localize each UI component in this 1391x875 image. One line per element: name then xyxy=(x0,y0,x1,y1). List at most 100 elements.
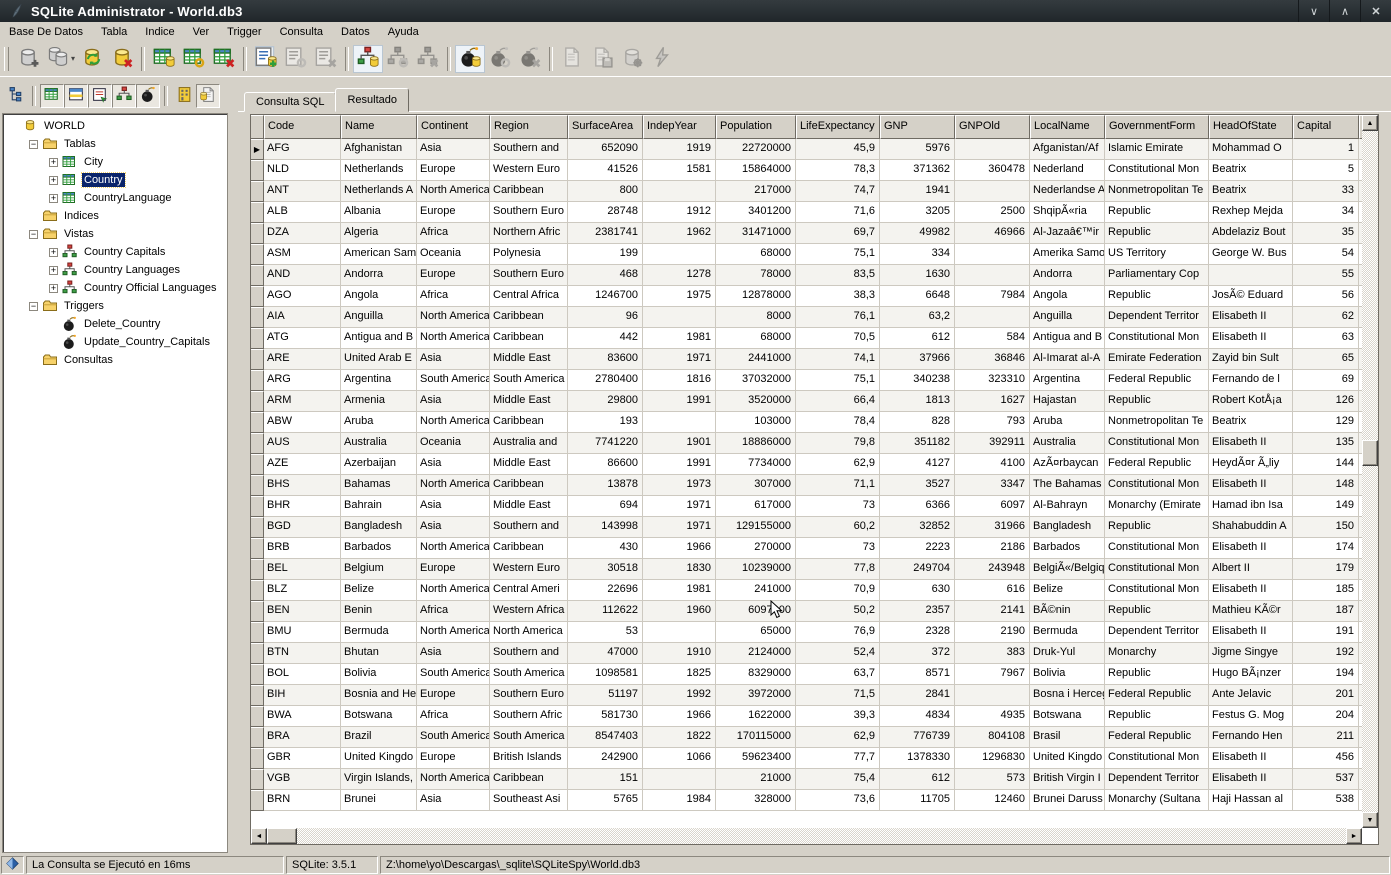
cell-surfaceArea[interactable]: 242900 xyxy=(568,748,643,769)
cell-indepYear[interactable]: 1981 xyxy=(643,580,716,601)
row-selector[interactable] xyxy=(251,748,264,769)
show-triggers-button[interactable] xyxy=(136,84,160,108)
save-results-button[interactable] xyxy=(587,45,617,73)
cell-region[interactable]: Australia and xyxy=(490,433,568,454)
cell-continent[interactable]: Europe xyxy=(417,559,490,580)
cell-continent[interactable]: Asia xyxy=(417,643,490,664)
cell-capital[interactable]: 150 xyxy=(1293,517,1359,538)
row-selector[interactable] xyxy=(251,286,264,307)
row-selector[interactable] xyxy=(251,349,264,370)
row-selector[interactable] xyxy=(251,433,264,454)
cell-headOfState[interactable]: Elisabeth II xyxy=(1209,475,1293,496)
cell-population[interactable]: 21000 xyxy=(716,769,796,790)
cell-gnp[interactable]: 372 xyxy=(880,643,955,664)
toolbar-grip[interactable] xyxy=(4,47,9,71)
close-button[interactable]: ✕ xyxy=(1360,0,1391,22)
cell-name[interactable]: Algeria xyxy=(341,223,417,244)
cell-headOfState[interactable]: Elisabeth II xyxy=(1209,580,1293,601)
cell-continent[interactable]: North America xyxy=(417,328,490,349)
column-header-name[interactable]: Name xyxy=(341,115,417,139)
cell-population[interactable]: 129155000 xyxy=(716,517,796,538)
cell-lifeExpectancy[interactable]: 62,9 xyxy=(796,454,880,475)
cell-surfaceArea[interactable]: 143998 xyxy=(568,517,643,538)
cell-indepYear[interactable]: 1816 xyxy=(643,370,716,391)
cell-gnpOld[interactable]: 243948 xyxy=(955,559,1030,580)
row-selector[interactable] xyxy=(251,664,264,685)
cell-gnpOld[interactable] xyxy=(955,181,1030,202)
cell-capital[interactable]: 456 xyxy=(1293,748,1359,769)
cell-name[interactable]: United Kingdo xyxy=(341,748,417,769)
tree-item-country[interactable]: +Country xyxy=(3,171,227,189)
cell-continent[interactable]: Asia xyxy=(417,517,490,538)
cell-capital[interactable]: 194 xyxy=(1293,664,1359,685)
cell-lifeExpectancy[interactable]: 79,8 xyxy=(796,433,880,454)
cell-capital[interactable]: 5 xyxy=(1293,160,1359,181)
scroll-left-button[interactable]: ◄ xyxy=(251,828,267,844)
cell-indepYear[interactable]: 1975 xyxy=(643,286,716,307)
cell-region[interactable]: Caribbean xyxy=(490,181,568,202)
cell-surfaceArea[interactable]: 28748 xyxy=(568,202,643,223)
row-selector[interactable] xyxy=(251,412,264,433)
vertical-scroll-thumb[interactable] xyxy=(1362,440,1378,466)
cell-surfaceArea[interactable]: 29800 xyxy=(568,391,643,412)
cell-population[interactable]: 3972000 xyxy=(716,685,796,706)
cell-capital[interactable]: 55 xyxy=(1293,265,1359,286)
cell-lifeExpectancy[interactable]: 71,6 xyxy=(796,202,880,223)
column-header-localName[interactable]: LocalName xyxy=(1030,115,1105,139)
cell-capital[interactable]: 179 xyxy=(1293,559,1359,580)
cell-code[interactable]: BHS xyxy=(264,475,341,496)
cell-gnp[interactable]: 2357 xyxy=(880,601,955,622)
cell-continent[interactable]: Asia xyxy=(417,496,490,517)
row-selector[interactable] xyxy=(251,160,264,181)
tree-item-indices[interactable]: Indices xyxy=(3,207,227,225)
cell-name[interactable]: Brunei xyxy=(341,790,417,811)
row-selector[interactable] xyxy=(251,307,264,328)
column-header-continent[interactable]: Continent xyxy=(417,115,490,139)
new-table-button[interactable] xyxy=(149,45,179,73)
cell-governmentForm[interactable]: Republic xyxy=(1105,202,1209,223)
row-selector[interactable] xyxy=(251,244,264,265)
cell-region[interactable]: Polynesia xyxy=(490,244,568,265)
cell-capital[interactable]: 174 xyxy=(1293,538,1359,559)
cell-population[interactable]: 2441000 xyxy=(716,349,796,370)
tree-item-triggers[interactable]: −Triggers xyxy=(3,297,227,315)
cell-capital[interactable]: 63 xyxy=(1293,328,1359,349)
cell-code[interactable]: BRA xyxy=(264,727,341,748)
cell-region[interactable]: Western Euro xyxy=(490,160,568,181)
cell-name[interactable]: Aruba xyxy=(341,412,417,433)
cell-governmentForm[interactable]: Constitutional Mon xyxy=(1105,160,1209,181)
cell-surfaceArea[interactable]: 652090 xyxy=(568,139,643,160)
delete-trigger-button[interactable] xyxy=(515,45,545,73)
cell-gnpOld[interactable]: 573 xyxy=(955,769,1030,790)
cell-gnp[interactable]: 1630 xyxy=(880,265,955,286)
menu-trigger[interactable]: Trigger xyxy=(218,24,270,40)
cell-continent[interactable]: Africa xyxy=(417,601,490,622)
cell-gnp[interactable]: 630 xyxy=(880,580,955,601)
new-database-button[interactable] xyxy=(13,45,43,73)
cell-capital[interactable]: 537 xyxy=(1293,769,1359,790)
cell-headOfState[interactable]: Beatrix xyxy=(1209,181,1293,202)
row-selector[interactable] xyxy=(251,790,264,811)
cell-name[interactable]: Antigua and B xyxy=(341,328,417,349)
cell-continent[interactable]: South America xyxy=(417,727,490,748)
cell-capital[interactable]: 204 xyxy=(1293,706,1359,727)
cell-lifeExpectancy[interactable]: 63,7 xyxy=(796,664,880,685)
cell-region[interactable]: South America xyxy=(490,664,568,685)
menu-base-de-datos[interactable]: Base De Datos xyxy=(0,24,92,40)
cell-governmentForm[interactable]: Federal Republic xyxy=(1105,685,1209,706)
cell-localName[interactable]: Belize xyxy=(1030,580,1105,601)
cell-gnp[interactable]: 612 xyxy=(880,328,955,349)
tree-item-country-capitals[interactable]: +Country Capitals xyxy=(3,243,227,261)
row-selector[interactable] xyxy=(251,538,264,559)
cell-lifeExpectancy[interactable]: 75,4 xyxy=(796,769,880,790)
cell-lifeExpectancy[interactable]: 74,1 xyxy=(796,349,880,370)
cell-lifeExpectancy[interactable]: 71,5 xyxy=(796,685,880,706)
cell-localName[interactable]: Barbados xyxy=(1030,538,1105,559)
cell-code[interactable]: ARG xyxy=(264,370,341,391)
cell-population[interactable]: 617000 xyxy=(716,496,796,517)
cell-name[interactable]: Afghanistan xyxy=(341,139,417,160)
cell-governmentForm[interactable]: Dependent Territor xyxy=(1105,622,1209,643)
cell-continent[interactable]: Europe xyxy=(417,685,490,706)
cell-region[interactable]: Caribbean xyxy=(490,307,568,328)
cell-headOfState[interactable]: Haji Hassan al xyxy=(1209,790,1293,811)
